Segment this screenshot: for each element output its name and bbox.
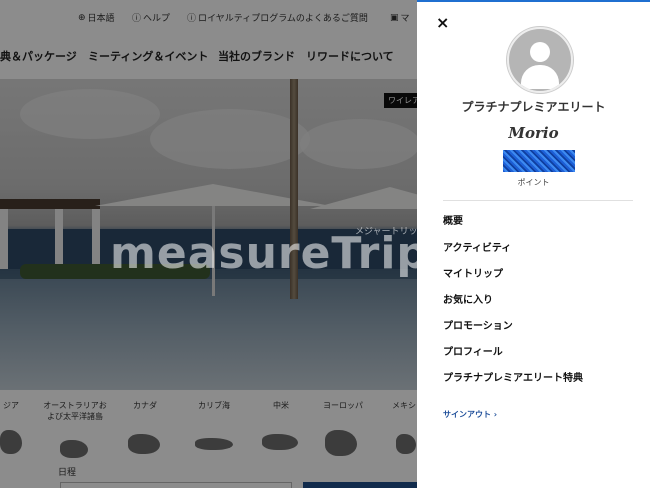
username: Morio (508, 124, 559, 142)
menu-item-overview[interactable]: 概要 (443, 212, 463, 227)
close-icon[interactable]: × (436, 13, 449, 32)
account-panel: × プラチナプレミアエリート Morio ポイント 概要 アクティビティ マイト… (417, 0, 650, 488)
avatar-body (521, 65, 559, 89)
avatar (507, 27, 573, 93)
panel-accent-line (417, 0, 650, 2)
background-page: ⊕ 日本語 ⓘ ヘルプ ⓘ ロイヤルティプログラムのよくあるご質問 ▣ マ 典＆… (0, 0, 417, 488)
points-value-redacted (503, 150, 575, 172)
menu-item-elite-benefits[interactable]: プラチナプレミアエリート特典 (443, 369, 583, 384)
avatar-head (530, 42, 550, 62)
menu-item-favorites[interactable]: お気に入り (443, 291, 493, 306)
menu-item-promotions[interactable]: プロモーション (443, 317, 513, 332)
member-tier: プラチナプレミアエリート (461, 100, 606, 114)
menu-item-my-trips[interactable]: マイトリップ (443, 265, 503, 280)
watermark-sub: メジャートリップ (355, 227, 417, 237)
menu-item-profile[interactable]: プロフィール (443, 343, 503, 358)
menu-item-activity[interactable]: アクティビティ (443, 239, 511, 254)
sign-out-link[interactable]: サインアウト › (443, 409, 497, 420)
points-label: ポイント (517, 178, 550, 187)
divider (443, 200, 633, 201)
